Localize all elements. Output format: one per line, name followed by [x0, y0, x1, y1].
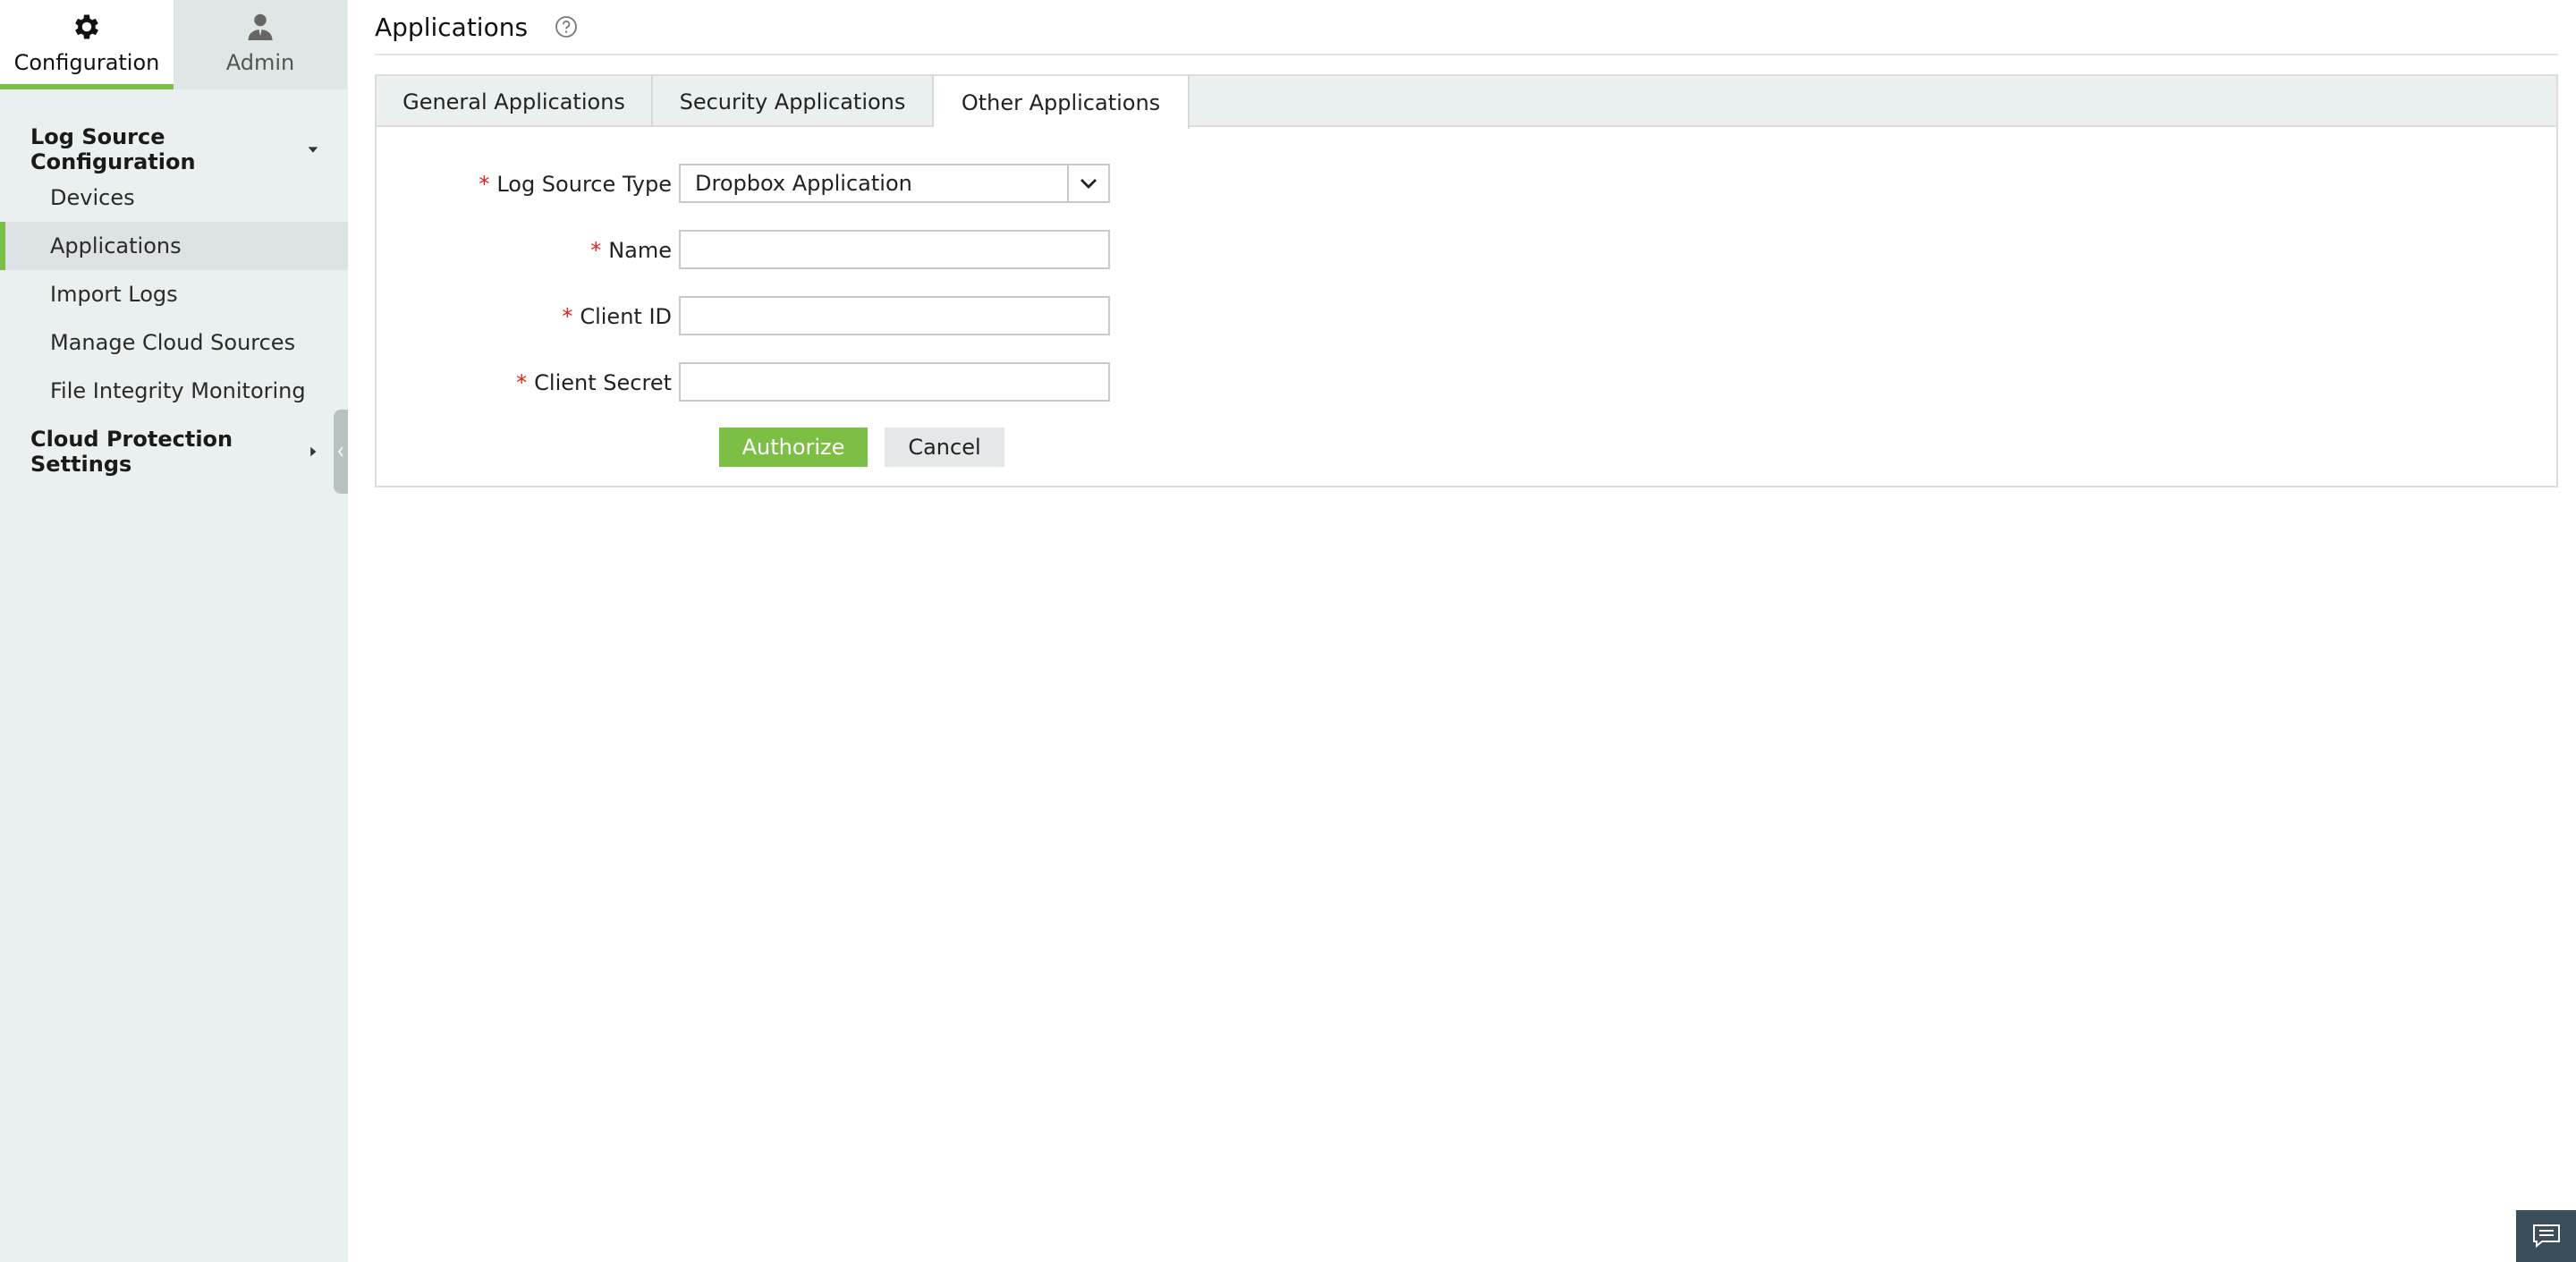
- top-tabs: Configuration Admin: [0, 0, 348, 89]
- chevron-left-icon: [337, 446, 343, 457]
- help-icon[interactable]: [555, 15, 578, 38]
- sidebar-item-file-integrity-monitoring[interactable]: File Integrity Monitoring: [0, 367, 348, 415]
- tab-other-applications[interactable]: Other Applications: [934, 76, 1190, 129]
- applications-tabbar: General Applications Security Applicatio…: [377, 76, 2556, 129]
- log-source-type-label: * Log Source Type: [377, 164, 672, 205]
- client-secret-label-text: Client Secret: [534, 370, 672, 395]
- sidebar-group-label: Log Source Configuration: [30, 124, 196, 174]
- form-row-client-secret: * Client Secret: [377, 362, 1539, 403]
- log-source-type-select[interactable]: Dropbox Application: [679, 164, 1110, 203]
- sidebar-collapse-handle[interactable]: [334, 410, 348, 494]
- required-mark: *: [562, 304, 573, 329]
- client-secret-label: * Client Secret: [377, 362, 672, 403]
- client-id-label-text: Client ID: [580, 304, 672, 329]
- page-title: Applications: [375, 12, 529, 42]
- sidebar-nav: Log Source Configuration Devices Applica…: [0, 89, 348, 477]
- applications-panel: General Applications Security Applicatio…: [375, 74, 2558, 487]
- user-icon: [248, 13, 273, 40]
- tab-security-applications[interactable]: Security Applications: [653, 76, 934, 127]
- sidebar-item-manage-cloud-sources[interactable]: Manage Cloud Sources: [0, 318, 348, 367]
- form-row-log-source-type: * Log Source Type Dropbox Application: [377, 164, 1539, 205]
- cancel-button[interactable]: Cancel: [885, 428, 1004, 467]
- client-secret-input[interactable]: [679, 362, 1110, 402]
- sidebar-item-import-logs[interactable]: Import Logs: [0, 270, 348, 318]
- form-actions: Authorize Cancel: [377, 428, 1539, 469]
- sidebar: Configuration Admin Log Source Configura…: [0, 0, 348, 1262]
- tab-general-applications[interactable]: General Applications: [377, 76, 653, 127]
- name-label-text: Name: [608, 238, 672, 263]
- required-mark: *: [516, 370, 528, 395]
- sidebar-item-devices[interactable]: Devices: [0, 174, 348, 222]
- caret-right-icon: [310, 446, 317, 457]
- form-row-client-id: * Client ID: [377, 296, 1539, 337]
- required-mark: *: [479, 172, 490, 197]
- required-mark: *: [590, 238, 602, 263]
- client-id-input[interactable]: [679, 296, 1110, 335]
- chevron-down-icon: [1080, 179, 1097, 189]
- tab-configuration[interactable]: Configuration: [0, 0, 174, 89]
- name-input[interactable]: [679, 230, 1110, 269]
- gear-icon: [75, 14, 98, 39]
- tab-configuration-label: Configuration: [13, 50, 160, 75]
- name-label: * Name: [377, 230, 672, 271]
- page-header: Applications: [375, 0, 2558, 55]
- sidebar-group-log-source-configuration[interactable]: Log Source Configuration: [0, 124, 348, 174]
- caret-down-icon: [308, 147, 318, 153]
- log-source-type-label-text: Log Source Type: [496, 172, 672, 197]
- tab-admin[interactable]: Admin: [174, 0, 347, 89]
- sidebar-item-applications[interactable]: Applications: [0, 222, 348, 270]
- form-row-name: * Name: [377, 230, 1539, 271]
- chat-button[interactable]: [2516, 1210, 2576, 1262]
- client-id-label: * Client ID: [377, 296, 672, 337]
- tab-admin-label: Admin: [225, 50, 295, 75]
- sidebar-group-cloud-protection-settings[interactable]: Cloud Protection Settings: [0, 427, 348, 477]
- select-arrow[interactable]: [1067, 165, 1108, 201]
- sidebar-group-label: Cloud Protection Settings: [30, 427, 233, 477]
- log-source-type-value: Dropbox Application: [695, 171, 912, 196]
- chat-icon: [2532, 1224, 2560, 1249]
- main-content: Applications General Applications Securi…: [348, 0, 2576, 1262]
- authorize-button[interactable]: Authorize: [719, 428, 868, 467]
